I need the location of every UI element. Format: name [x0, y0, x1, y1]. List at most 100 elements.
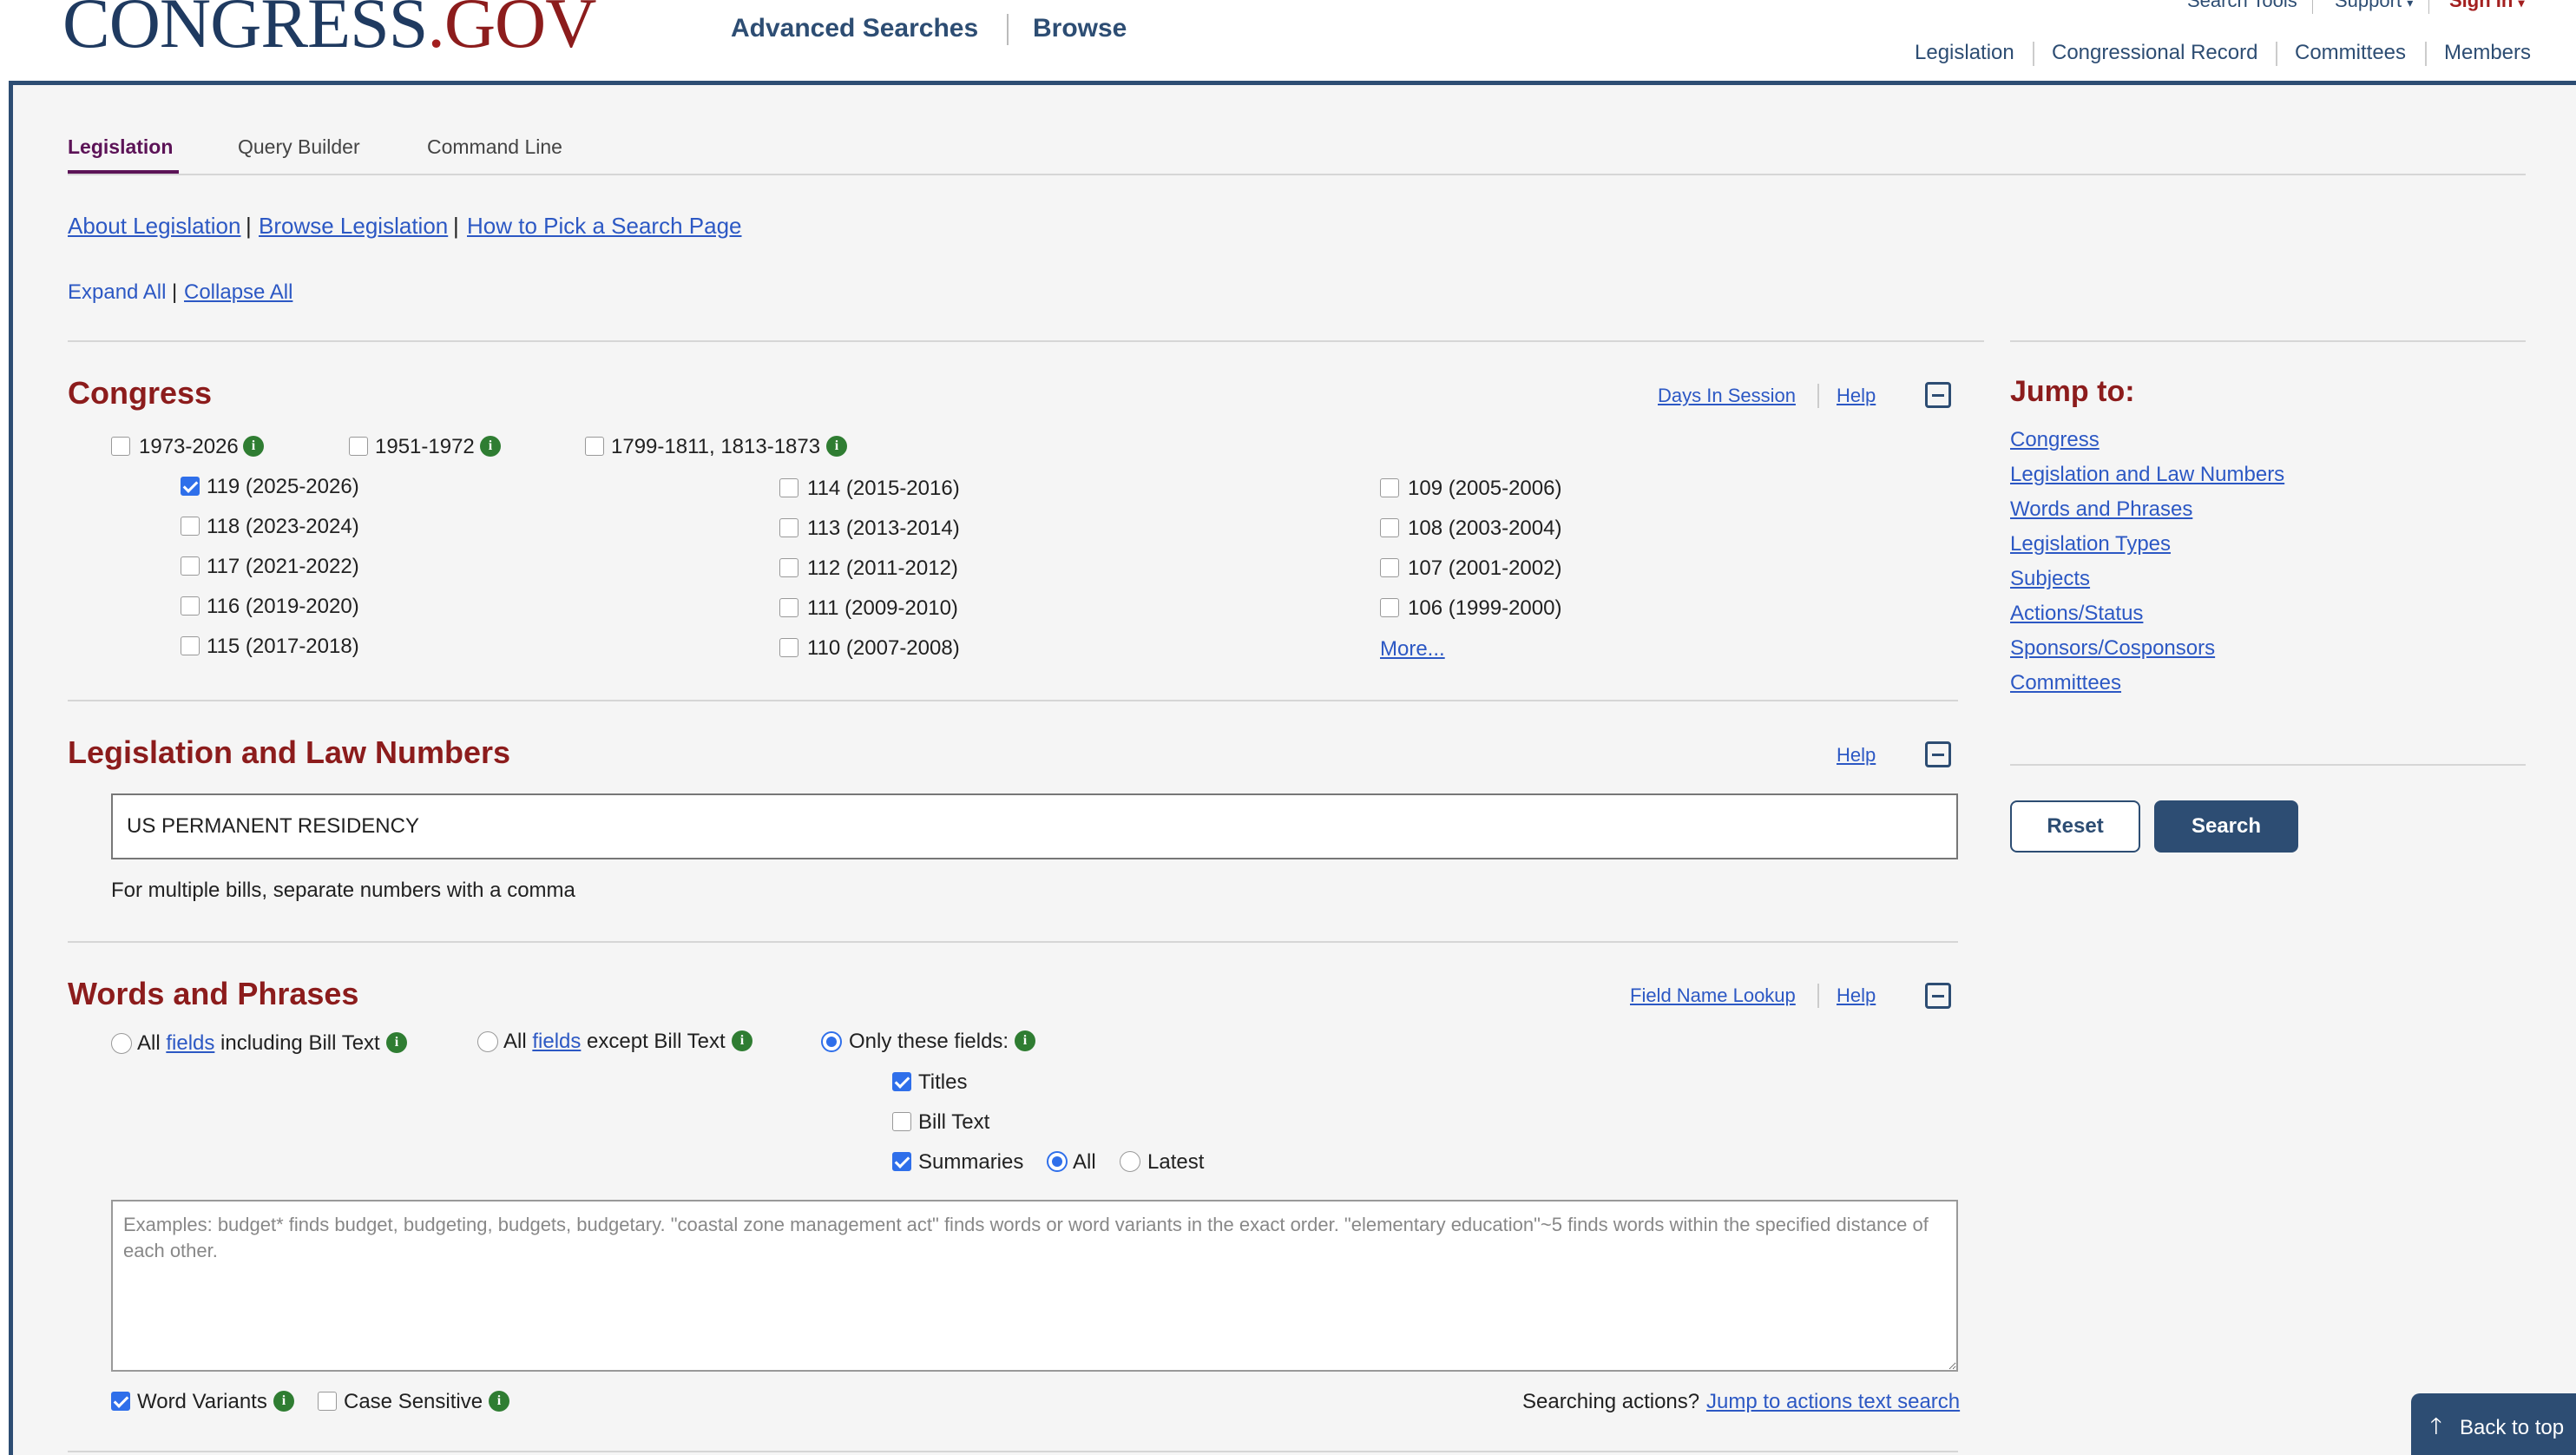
except-bill-text-label: All fields except Bill Text — [503, 1030, 726, 1054]
collapse-all-link[interactable]: Collapse All — [184, 280, 292, 305]
secondary-nav-members[interactable]: Members — [2444, 41, 2531, 65]
except-post: except Bill Text — [587, 1030, 726, 1053]
expand-all-link[interactable]: Expand All — [68, 280, 166, 305]
collapse-words-button[interactable] — [1925, 983, 1951, 1009]
jump-actions-link[interactable]: Jump to actions text search — [1706, 1390, 1960, 1414]
fields-link[interactable]: fields — [532, 1030, 581, 1053]
jump-committees-link[interactable]: Committees — [2010, 671, 2121, 695]
law-numbers-help-link[interactable]: Help — [1837, 744, 1876, 767]
secondary-nav-congressional-record[interactable]: Congressional Record — [2052, 41, 2257, 65]
tab-rule — [68, 174, 2526, 175]
collapse-congress-button[interactable] — [1925, 382, 1951, 408]
search-button[interactable]: Search — [2154, 800, 2298, 853]
congress-gov-logo[interactable]: CONGRESS.GOV — [62, 0, 596, 59]
bill-text-checkbox[interactable] — [892, 1112, 911, 1131]
nav-browse[interactable]: Browse — [1033, 14, 1127, 43]
summaries-latest-radio[interactable] — [1120, 1151, 1140, 1172]
reset-button[interactable]: Reset — [2010, 800, 2140, 853]
collapse-law-numbers-button[interactable] — [1925, 741, 1951, 767]
section-rule — [68, 1451, 1958, 1452]
range-1799-1873-label: 1799-1811, 1813-1873 — [611, 435, 821, 458]
congress-117-checkbox[interactable] — [181, 556, 200, 576]
tab-query-builder[interactable]: Query Builder — [238, 135, 360, 159]
summaries-all-radio[interactable] — [1047, 1151, 1068, 1172]
field-name-lookup-link[interactable]: Field Name Lookup — [1630, 984, 1796, 1007]
browse-legislation-link[interactable]: Browse Legislation — [259, 213, 448, 240]
range-1799-1873-checkbox[interactable] — [585, 437, 604, 456]
secondary-nav-legislation[interactable]: Legislation — [1915, 41, 2014, 65]
congress-110-checkbox[interactable] — [779, 638, 798, 657]
info-icon[interactable]: i — [480, 436, 501, 457]
congress-116-checkbox[interactable] — [181, 596, 200, 616]
except-bill-text-radio[interactable] — [477, 1031, 498, 1052]
link-divider — [1817, 384, 1819, 408]
tab-legislation[interactable]: Legislation — [68, 135, 173, 159]
summaries-label: Summaries — [918, 1150, 1024, 1174]
more-congresses-link[interactable]: More... — [1380, 637, 1445, 662]
jump-to-title: Jump to: — [2010, 375, 2135, 408]
logo-gov: GOV — [444, 0, 597, 63]
only-these-fields-radio[interactable] — [821, 1031, 842, 1052]
info-icon[interactable]: i — [386, 1032, 407, 1053]
words-phrases-textarea[interactable] — [111, 1200, 1958, 1372]
summaries-checkbox[interactable] — [892, 1152, 911, 1171]
jump-sponsors-link[interactable]: Sponsors/Cosponsors — [2010, 636, 2215, 661]
info-icon[interactable]: i — [489, 1391, 509, 1412]
info-icon[interactable]: i — [273, 1391, 294, 1412]
all-fields-label: All fields including Bill Text — [137, 1031, 380, 1056]
congress-106-checkbox[interactable] — [1380, 598, 1399, 617]
range-1951-1972-checkbox[interactable] — [349, 437, 368, 456]
titles-label: Titles — [918, 1070, 968, 1094]
congress-109-checkbox[interactable] — [1380, 478, 1399, 497]
titles-checkbox[interactable] — [892, 1072, 911, 1091]
word-variants-checkbox[interactable] — [111, 1392, 130, 1411]
range-1951-1972-label: 1951-1972 — [375, 435, 475, 458]
tab-command-line[interactable]: Command Line — [427, 135, 562, 159]
sign-in-menu[interactable]: Sign In ▾ — [2449, 0, 2524, 12]
congress-112-checkbox[interactable] — [779, 558, 798, 577]
jump-words-link[interactable]: Words and Phrases — [2010, 497, 2192, 522]
congress-section-title: Congress — [68, 375, 213, 411]
sidebar-rule — [2010, 764, 2526, 766]
congress-119-label: 119 (2025-2026) — [207, 475, 359, 498]
case-sensitive-checkbox[interactable] — [318, 1392, 337, 1411]
jump-law-numbers-link[interactable]: Legislation and Law Numbers — [2010, 463, 2284, 487]
law-numbers-input[interactable] — [111, 793, 1958, 859]
jump-legislation-types-link[interactable]: Legislation Types — [2010, 532, 2171, 556]
support-label: Support — [2335, 0, 2402, 11]
words-help-link[interactable]: Help — [1837, 984, 1876, 1007]
info-icon[interactable]: i — [1015, 1030, 1035, 1051]
congress-112-label: 112 (2011-2012) — [807, 556, 958, 580]
congress-113-checkbox[interactable] — [779, 518, 798, 537]
bill-text-label: Bill Text — [918, 1110, 990, 1134]
secondary-nav-committees[interactable]: Committees — [2295, 41, 2406, 65]
congress-115-checkbox[interactable] — [181, 636, 200, 655]
how-to-pick-link[interactable]: How to Pick a Search Page — [467, 213, 742, 240]
congress-107-checkbox[interactable] — [1380, 558, 1399, 577]
all-fields-radio[interactable] — [111, 1033, 132, 1054]
congress-111-checkbox[interactable] — [779, 598, 798, 617]
info-icon[interactable]: i — [826, 436, 847, 457]
nav-advanced-searches[interactable]: Advanced Searches — [731, 14, 978, 43]
section-rule — [68, 340, 1984, 342]
section-rule — [68, 700, 1958, 701]
jump-congress-link[interactable]: Congress — [2010, 428, 2100, 452]
fields-link[interactable]: fields — [166, 1031, 214, 1055]
days-in-session-link[interactable]: Days In Session — [1658, 385, 1796, 407]
congress-114-checkbox[interactable] — [779, 478, 798, 497]
about-legislation-link[interactable]: About Legislation — [68, 213, 240, 240]
support-menu[interactable]: Support ▾ — [2335, 0, 2413, 12]
congress-119-checkbox[interactable] — [181, 477, 200, 496]
congress-108-checkbox[interactable] — [1380, 518, 1399, 537]
jump-subjects-link[interactable]: Subjects — [2010, 567, 2090, 591]
back-to-top-button[interactable]: 🡑 Back to top — [2411, 1393, 2576, 1455]
congress-118-checkbox[interactable] — [181, 517, 200, 536]
search-tools-link[interactable]: Search Tools — [2187, 0, 2297, 12]
info-icon[interactable]: i — [243, 436, 264, 457]
range-1973-2026-checkbox[interactable] — [111, 437, 130, 456]
congress-113-label: 113 (2013-2014) — [807, 517, 960, 540]
jump-actions-status-link[interactable]: Actions/Status — [2010, 602, 2143, 626]
info-icon[interactable]: i — [732, 1030, 752, 1051]
congress-help-link[interactable]: Help — [1837, 385, 1876, 407]
congress-117-label: 117 (2021-2022) — [207, 555, 359, 578]
